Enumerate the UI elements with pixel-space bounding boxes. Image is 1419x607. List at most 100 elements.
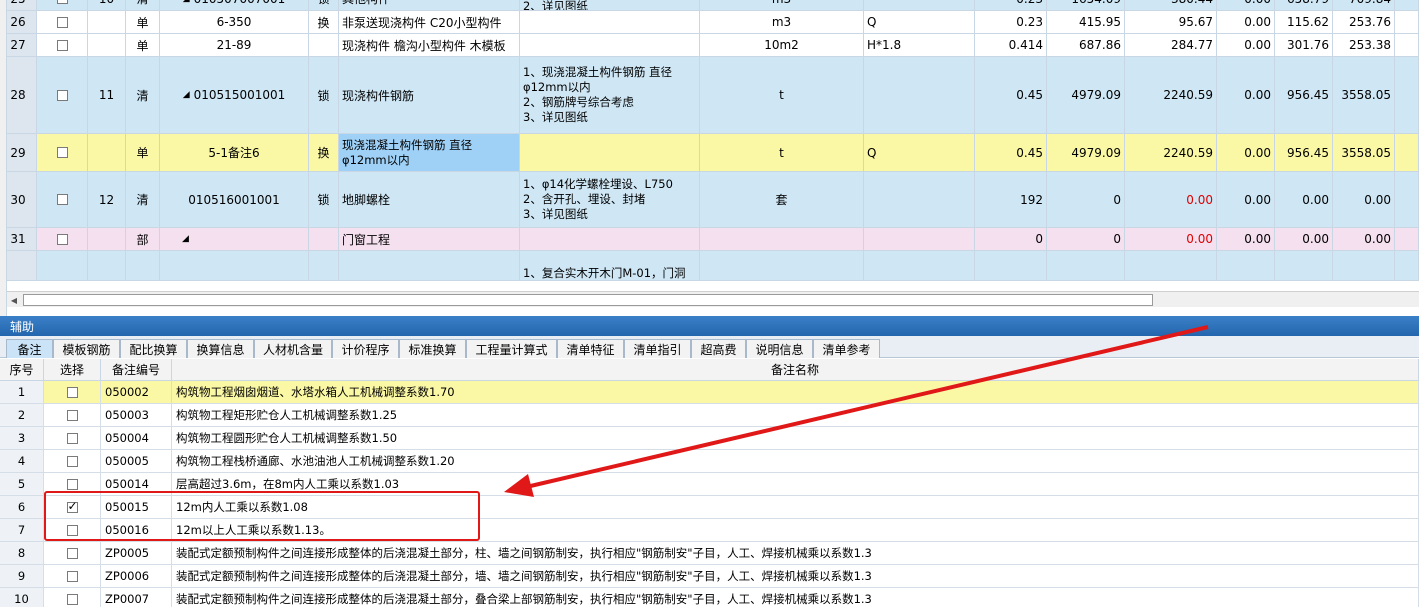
remark-row[interactable]: 9 ZP0006 装配式定额预制构件之间连接形成整体的后浇混凝土部分，墙、墙之间钢筋… [0,565,1419,588]
cell-chk[interactable] [37,0,88,11]
cell-name[interactable]: 门窗工程 [339,228,520,251]
tab-计价程序[interactable]: 计价程序 [332,339,399,358]
tab-超高费[interactable]: 超高费 [691,339,746,358]
tab-标准换算[interactable]: 标准换算 [399,339,466,358]
select-cell[interactable] [44,588,101,607]
remark-row[interactable]: 2 050003 构筑物工程矩形贮仓人工机械调整系数1.25 [0,404,1419,427]
remark-row[interactable]: 8 ZP0005 装配式定额预制构件之间连接形成整体的后浇混凝土部分，柱、墙之间钢筋… [0,542,1419,565]
bill-row[interactable]: 26 单 6-350 换非泵送现浇构件 C20小型构件 m3 Q 0.23 415.95 95.… [0,11,1419,34]
bill-row[interactable]: 31 部 ◢ 门窗工程 0 0 0.00 0.00 0.00 0.00 [0,228,1419,251]
remark-code: ZP0005 [101,542,172,565]
cell-chk[interactable] [37,228,88,251]
horizontal-scrollbar[interactable]: ◀ [7,291,1419,307]
select-cell[interactable] [44,565,101,588]
row-checkbox[interactable] [56,0,68,4]
cell-chk[interactable] [37,251,88,281]
row-checkbox[interactable] [56,233,68,245]
remark-code: 050003 [101,404,172,427]
bill-row[interactable]: 27 单 21-89 现浇构件 檐沟小型构件 木模板 10m2 H*1.8 0.414 687… [0,34,1419,57]
cell-code: ◢ [160,228,309,251]
scrollbar-thumb[interactable] [23,294,1153,306]
header-index[interactable]: 序号 [0,359,44,381]
cell-p4: 956.45 [1275,57,1333,134]
row-checkbox[interactable] [56,16,68,28]
row-index: 3 [0,427,44,450]
remark-row[interactable]: 4 050005 构筑物工程栈桥通廊、水池油池人工机械调整系数1.20 [0,450,1419,473]
bill-row[interactable]: 1、复合实木开木门M-01，门洞 [0,251,1419,281]
header-name[interactable]: 备注名称 [172,359,1419,381]
tab-清单指引[interactable]: 清单指引 [624,339,691,358]
header-select[interactable]: 选择 [44,359,101,381]
row-checkbox[interactable] [56,89,68,101]
cell-chk[interactable] [37,57,88,134]
cell-feat [520,34,700,57]
remark-row[interactable]: 1 050002 构筑物工程烟囱烟道、水塔水箱人工机械调整系数1.70 [0,381,1419,404]
bill-row[interactable]: 29 单 5-1备注6 换现浇混凝土构件钢筋 直径 φ12mm以内 t Q 0.45 4979… [0,134,1419,172]
remark-row[interactable]: 3 050004 构筑物工程圆形贮仓人工机械调整系数1.50 [0,427,1419,450]
cell-chk[interactable] [37,34,88,57]
row-checkbox[interactable] [56,194,68,205]
tab-人材机含量[interactable]: 人材机含量 [254,339,332,358]
remark-checkbox[interactable] [66,432,78,444]
bill-row[interactable]: 28 11 清 ◢ 010515001001 锁现浇构件钢筋 1、现浇混凝土构件钢筋 直径 φ… [0,57,1419,134]
select-cell[interactable] [44,450,101,473]
cell-name[interactable]: 其他构件 [339,0,520,11]
cell-p5: 3558.05 [1333,134,1395,172]
cell-pad [1395,57,1419,134]
select-cell[interactable] [44,542,101,565]
cell-qty: 192 [975,172,1047,228]
tab-清单参考[interactable]: 清单参考 [813,339,880,358]
cell-feat: 1、φ14化学螺栓埋设、L750 2、含开孔、埋设、封堵 3、详见图纸 [520,172,700,228]
tab-说明信息[interactable]: 说明信息 [746,339,813,358]
cell-name[interactable]: 现浇构件 檐沟小型构件 木模板 [339,34,520,57]
cell-chk[interactable] [37,134,88,172]
collapse-triangle-icon[interactable]: ◢ [182,234,189,244]
cell-name[interactable]: 现浇构件钢筋 [339,57,520,134]
cell-code: 6-350 [160,11,309,34]
tab-配比换算[interactable]: 配比换算 [120,339,187,358]
row-checkbox[interactable] [56,147,68,158]
collapse-triangle-icon[interactable]: ◢ [183,90,190,100]
bill-row[interactable]: 2510清◢010507007001锁其他构件1、C40无收缩细石混凝土2、详见… [0,0,1419,11]
cell-chk[interactable] [37,11,88,34]
grid-left-edge [0,0,7,316]
cell-name[interactable]: 地脚螺栓 [339,172,520,228]
cell-p2: 284.77 [1125,34,1217,57]
remark-checkbox[interactable] [66,570,78,582]
row-checkbox[interactable] [56,39,68,51]
cell-chk[interactable] [37,172,88,228]
bill-row[interactable]: 30 12 清 010516001001 锁地脚螺栓 1、φ14化学螺栓埋设、L750 2、… [0,172,1419,228]
remark-row[interactable]: 10 ZP0007 装配式定额预制构件之间连接形成整体的后浇混凝土部分，叠合梁上部钢… [0,588,1419,607]
header-code[interactable]: 备注编号 [101,359,172,381]
tab-换算信息[interactable]: 换算信息 [187,339,254,358]
cell-expr [864,172,975,228]
cell-lock [309,34,339,57]
cell-feat [520,134,700,172]
remark-checkbox[interactable] [66,455,78,467]
cell-code: 5-1备注6 [160,134,309,172]
select-cell[interactable] [44,404,101,427]
collapse-triangle-icon[interactable]: ◢ [183,0,190,4]
cell-code: 010516001001 [160,172,309,228]
cell-name[interactable] [339,251,520,281]
remark-checkbox[interactable] [66,547,78,559]
select-cell[interactable] [44,427,101,450]
select-cell[interactable] [44,381,101,404]
cell-unit: m3 [700,0,864,11]
remark-checkbox[interactable] [66,409,78,421]
remark-checkbox[interactable] [66,593,78,605]
remark-checkbox[interactable] [66,478,78,490]
cell-name[interactable]: 非泵送现浇构件 C20小型构件 [339,11,520,34]
tab-工程量计算式[interactable]: 工程量计算式 [466,339,557,358]
scroll-left-icon[interactable]: ◀ [7,294,21,306]
item-code: 21-89 [216,38,252,52]
cell-name[interactable]: 现浇混凝土构件钢筋 直径 φ12mm以内 [339,134,520,172]
tab-模板钢筋[interactable]: 模板钢筋 [53,339,120,358]
cell-p2: 380.44 [1125,0,1217,11]
remark-checkbox[interactable] [66,386,78,398]
tab-备注[interactable]: 备注 [6,339,53,358]
cell-p3: 0.00 [1217,57,1275,134]
cell-p3: 0.00 [1217,134,1275,172]
feature-line: φ12mm以内 [523,80,591,94]
tab-清单特征[interactable]: 清单特征 [557,339,624,358]
